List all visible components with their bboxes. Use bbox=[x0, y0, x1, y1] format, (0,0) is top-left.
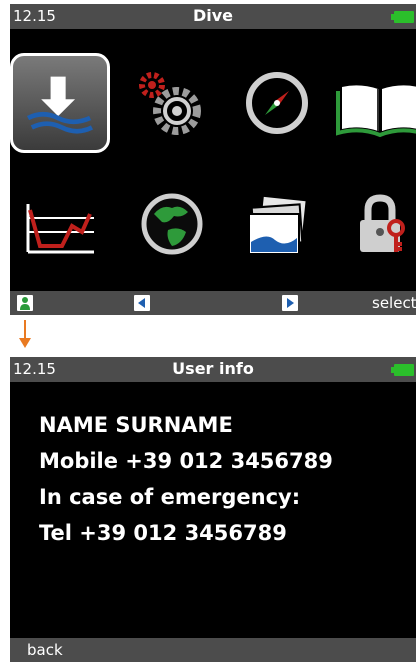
battery-icon bbox=[391, 11, 414, 23]
mobile-number: Mobile +39 012 3456789 bbox=[39, 449, 333, 473]
status-bar: 12.15 Dive bbox=[10, 4, 416, 29]
down-arrow-icon bbox=[19, 338, 31, 348]
screen-title: Dive bbox=[192, 6, 234, 25]
battery-icon bbox=[391, 364, 414, 376]
left-arrow-softkey[interactable] bbox=[134, 295, 150, 311]
dive-profile-chart-icon[interactable] bbox=[10, 174, 110, 274]
select-softkey-label[interactable]: select bbox=[372, 294, 416, 312]
compass-icon[interactable] bbox=[227, 53, 327, 153]
person-icon bbox=[20, 297, 30, 310]
dive-mode-icon[interactable] bbox=[10, 53, 110, 153]
screen-title: User info bbox=[172, 359, 254, 378]
emergency-label: In case of emergency: bbox=[39, 485, 301, 509]
menu-grid bbox=[10, 29, 416, 291]
triangle-left-icon bbox=[138, 298, 145, 308]
profile-softkey[interactable] bbox=[17, 295, 33, 311]
settings-gears-icon[interactable] bbox=[122, 53, 222, 153]
back-softkey-label[interactable]: back bbox=[27, 641, 63, 659]
user-info-text: NAME SURNAME Mobile +39 012 3456789 In c… bbox=[39, 407, 333, 551]
user-info-screen: 12.15 User info NAME SURNAME Mobile +39 … bbox=[10, 357, 416, 662]
softkey-bar: back bbox=[10, 638, 416, 662]
right-arrow-softkey[interactable] bbox=[282, 295, 298, 311]
user-name: NAME SURNAME bbox=[39, 413, 233, 437]
dive-menu-screen: 12.15 Dive select bbox=[10, 4, 416, 315]
softkey-bar: select bbox=[10, 291, 416, 315]
photo-gallery-icon[interactable] bbox=[227, 174, 327, 274]
triangle-right-icon bbox=[287, 298, 294, 308]
globe-icon[interactable] bbox=[122, 174, 222, 274]
padlock-icon[interactable] bbox=[330, 174, 416, 274]
logbook-icon[interactable] bbox=[330, 53, 416, 153]
status-bar: 12.15 User info bbox=[10, 357, 416, 382]
emergency-phone: Tel +39 012 3456789 bbox=[39, 521, 287, 545]
